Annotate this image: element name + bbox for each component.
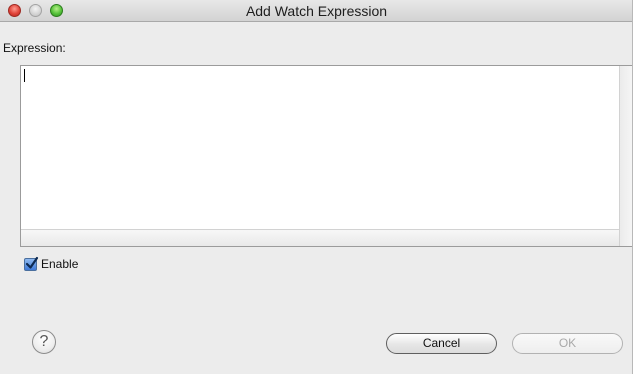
add-watch-expression-dialog: Add Watch Expression Expression: Enable … (0, 0, 633, 374)
title-bar[interactable]: Add Watch Expression (0, 0, 632, 22)
expression-input[interactable] (21, 66, 619, 228)
enable-label[interactable]: Enable (41, 257, 78, 271)
window-title: Add Watch Expression (245, 3, 388, 19)
help-button[interactable]: ? (32, 330, 56, 354)
cancel-button[interactable]: Cancel (386, 333, 497, 354)
expression-label: Expression: (3, 41, 66, 55)
ok-button[interactable]: OK (512, 333, 623, 354)
checkmark-icon (25, 256, 39, 269)
horizontal-scrollbar[interactable] (21, 229, 619, 246)
vertical-scrollbar[interactable] (619, 66, 632, 246)
expression-editor[interactable] (20, 65, 632, 247)
enable-checkbox[interactable] (24, 256, 39, 271)
text-caret (24, 69, 25, 82)
